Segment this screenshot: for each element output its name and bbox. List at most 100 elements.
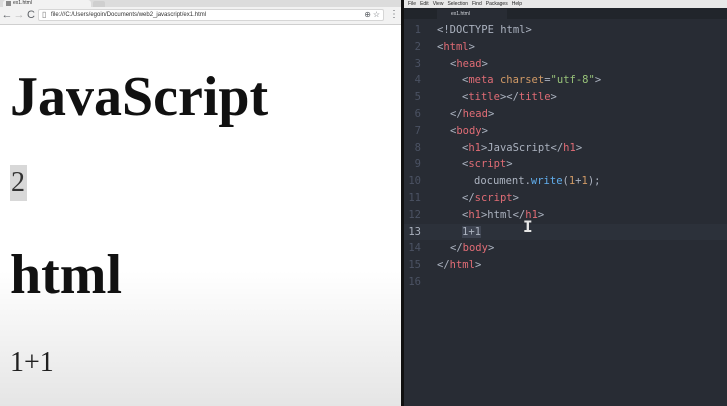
code-token: document. — [474, 175, 531, 188]
code-line[interactable]: 7 <body> — [404, 123, 727, 140]
code-text: 1+1 — [437, 224, 481, 241]
code-token: h1 — [468, 141, 481, 154]
zoom-icon[interactable]: ⊕ — [364, 10, 371, 20]
forward-arrow-icon[interactable]: → — [13, 9, 25, 21]
code-line[interactable]: 8 <h1>JavaScript</h1> — [404, 140, 727, 157]
code-token: >html</ — [480, 208, 526, 221]
line-number: 10 — [408, 175, 421, 188]
menu-item-selection[interactable]: Selection — [447, 0, 468, 8]
editor-menu-bar: File Edit View Selection Find Packages Help — [404, 0, 727, 8]
browser-toolbar: ← → C ▯ file:///C:/Users/egoin/Documents… — [0, 7, 401, 25]
code-token: > — [487, 242, 495, 255]
page-content: JavaScript 2 html 1+1 — [0, 25, 401, 406]
menu-item-edit[interactable]: Edit — [420, 0, 429, 8]
code-token: title — [518, 91, 551, 104]
code-text: document.write(1+1); — [437, 173, 600, 190]
code-line[interactable]: 10 document.write(1+1); — [404, 173, 727, 190]
browser-menu-icon[interactable]: ⋮ — [389, 9, 399, 21]
page-text: 1+1 — [10, 347, 54, 378]
line-number: 4 — [414, 74, 421, 87]
code-text: </html> — [437, 257, 481, 274]
file-icon — [6, 1, 11, 6]
code-token: </ — [450, 107, 463, 120]
code-token: script — [468, 158, 507, 171]
code-line[interactable]: 12 <h1>html</h1> — [404, 207, 727, 224]
code-editor-window: File Edit View Selection Find Packages Help ex… — [404, 0, 727, 406]
code-token: head — [462, 107, 488, 120]
code-text: </body> — [437, 240, 494, 257]
code-line[interactable]: 13 1+1 — [404, 223, 727, 241]
line-number: 6 — [414, 107, 421, 120]
menu-item-packages[interactable]: Packages — [486, 0, 508, 8]
line-number: 9 — [414, 158, 421, 171]
code-token: >JavaScript</ — [480, 141, 564, 154]
code-token: ></ — [499, 91, 519, 104]
line-number: 14 — [408, 242, 421, 255]
code-line[interactable]: 9 <script> — [404, 156, 727, 173]
menu-item-help[interactable]: Help — [512, 0, 522, 8]
line-number: 15 — [408, 259, 421, 272]
code-token: html — [449, 259, 475, 272]
line-number: 13 — [408, 225, 421, 238]
code-token: > — [468, 40, 475, 53]
code-line[interactable]: 1 <!DOCTYPE html> — [404, 22, 727, 39]
line-number: 12 — [408, 208, 421, 221]
code-token: h1 — [468, 208, 481, 221]
code-text: <h1>JavaScript</h1> — [437, 140, 582, 157]
code-text: </script> — [437, 190, 519, 207]
bookmark-star-icon[interactable]: ☆ — [373, 10, 380, 20]
script-output: 2 — [10, 165, 27, 201]
line-number: 5 — [414, 91, 421, 104]
editor-tab-bar: ex1.html — [404, 8, 727, 19]
code-line[interactable]: 14 </body> — [404, 240, 727, 257]
page-heading-html: html — [10, 244, 122, 306]
address-bar[interactable]: ▯ file:///C:/Users/egoin/Documents/web2_… — [38, 9, 384, 21]
code-line[interactable]: 4 <meta charset="utf-8"> — [404, 72, 727, 89]
browser-tab[interactable]: ex1.html — [3, 0, 91, 7]
code-token: body — [456, 124, 482, 137]
menu-item-view[interactable]: View — [433, 0, 444, 8]
line-number: 1 — [414, 24, 421, 36]
code-line[interactable]: 6 </head> — [404, 106, 727, 123]
line-number: 7 — [414, 124, 421, 137]
page-heading-javascript: JavaScript — [10, 66, 269, 128]
code-text: <title></title> — [437, 89, 557, 106]
code-token: > — [481, 124, 488, 137]
code-token: html — [443, 40, 469, 53]
code-token: > — [594, 74, 602, 87]
code-token: title — [468, 91, 500, 104]
back-arrow-icon[interactable]: ← — [1, 9, 13, 21]
page-icon: ▯ — [42, 10, 47, 19]
code-token: ); — [587, 175, 601, 188]
browser-window: ex1.html ← → C ▯ file:///C:/Users/egoin/… — [0, 0, 401, 406]
code-line[interactable]: 2 <html> — [404, 39, 727, 56]
code-line[interactable]: 15 </html> — [404, 257, 727, 274]
code-line[interactable]: 11 </script> — [404, 190, 727, 207]
code-token: write — [530, 175, 563, 188]
code-token: head — [456, 57, 482, 70]
code-token: > — [487, 107, 495, 120]
code-text: <head> — [437, 56, 488, 73]
code-token: > — [537, 208, 545, 221]
code-token: </ — [437, 259, 450, 272]
code-token: > — [550, 91, 557, 104]
code-line[interactable]: 16 — [404, 274, 727, 291]
code-token: charset — [499, 74, 545, 87]
code-text: <meta charset="utf-8"> — [437, 72, 601, 89]
code-token: > — [474, 259, 482, 272]
code-area[interactable]: 1 <!DOCTYPE html> 2 <html> 3 <head> 4 <meta cha… — [404, 22, 727, 291]
url-text[interactable]: file:///C:/Users/egoin/Documents/web2_ja… — [51, 10, 206, 20]
menu-item-file[interactable]: File — [408, 0, 416, 8]
browser-tab-strip: ex1.html — [0, 0, 401, 7]
code-line[interactable]: 3 <head> — [404, 56, 727, 73]
line-number: 2 — [414, 40, 421, 53]
code-line[interactable]: 5 <title></title> — [404, 89, 727, 106]
code-text: <script> — [437, 156, 513, 173]
code-token: > — [506, 158, 513, 171]
text-cursor-icon: I — [523, 217, 533, 236]
code-text: </head> — [437, 106, 494, 123]
editor-file-tab[interactable]: ex1.html — [437, 9, 507, 19]
reload-icon[interactable]: C — [25, 9, 37, 21]
menu-item-find[interactable]: Find — [472, 0, 482, 8]
code-text: <body> — [437, 123, 488, 140]
